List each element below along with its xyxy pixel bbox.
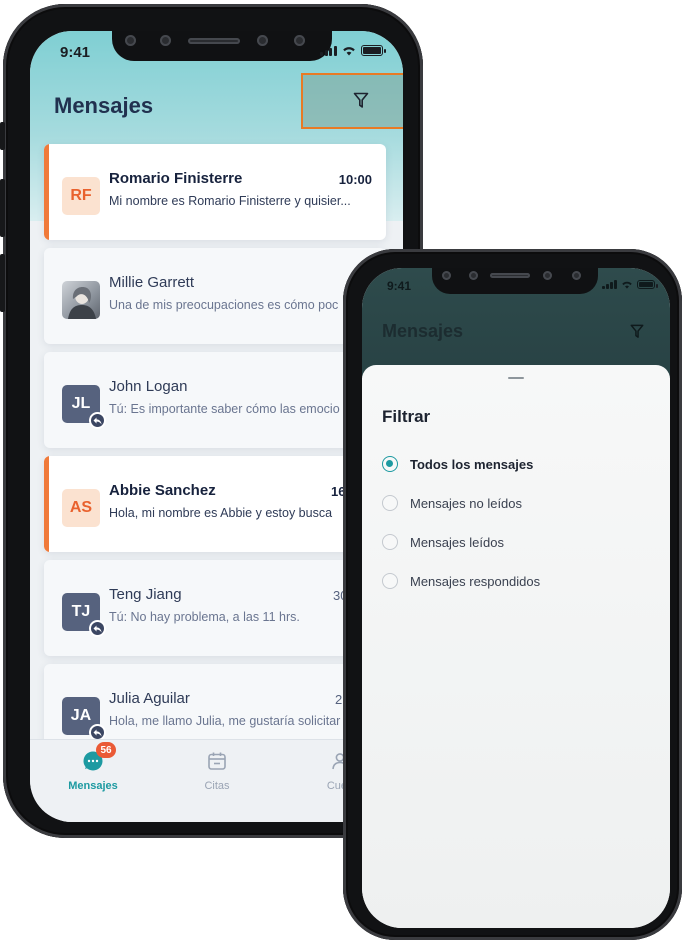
- sensor-dot: [160, 35, 171, 46]
- avatar-initials: TJ: [71, 603, 91, 620]
- sheet-drag-handle[interactable]: [508, 377, 524, 379]
- filter-option-unread[interactable]: Mensajes no leídos: [382, 495, 522, 511]
- sheet-title: Filtrar: [382, 407, 431, 426]
- radio-button[interactable]: [382, 495, 398, 511]
- avatar: TJ: [62, 593, 106, 637]
- sensor-dot: [469, 271, 478, 280]
- message-time: 10:00: [338, 172, 372, 187]
- message-card[interactable]: Millie Garrett 4 a Una de mis preocupaci…: [44, 248, 386, 344]
- avatar-initials: JA: [70, 707, 92, 724]
- option-label: Todos los mensajes: [410, 456, 534, 472]
- status-time: 9:41: [60, 44, 91, 61]
- message-card[interactable]: JL John Logan 10 Tú: Es importante saber…: [44, 352, 386, 448]
- reply-icon: [93, 729, 102, 736]
- message-preview: Hola, me llamo Julia, me gustaría solici…: [109, 714, 341, 728]
- filter-button-highlighted[interactable]: [301, 73, 403, 129]
- reply-icon: [93, 417, 102, 424]
- notch: [112, 31, 332, 61]
- status-icons: [320, 45, 386, 56]
- camera-dot: [125, 35, 136, 46]
- volume-up-button: [0, 179, 5, 237]
- message-preview: Mi nombre es Romario Finisterre y quisie…: [109, 194, 351, 208]
- option-label: Mensajes leídos: [410, 534, 504, 550]
- avatar-photo: [62, 281, 100, 319]
- speaker-grille: [188, 38, 240, 44]
- filter-option-read[interactable]: Mensajes leídos: [382, 534, 504, 550]
- person-photo: [68, 287, 96, 319]
- cellular-signal-icon: [602, 280, 617, 289]
- filter-option-replied[interactable]: Mensajes respondidos: [382, 573, 540, 589]
- notch: [432, 268, 598, 294]
- tab-label: Mensajes: [68, 780, 118, 792]
- sender-name: Abbie Sanchez: [109, 482, 216, 499]
- avatar-initials: JL: [71, 395, 91, 412]
- unread-accent-bar: [44, 456, 49, 552]
- unread-count-badge: 56: [96, 742, 116, 758]
- speaker-grille: [490, 273, 530, 278]
- tab-label: Citas: [204, 780, 230, 792]
- page-title: Mensajes: [54, 93, 154, 118]
- filter-icon: [353, 92, 369, 108]
- filter-phone: 9:41 Mensajes Filtrar Todos los mensajes…: [343, 249, 682, 940]
- battery-icon: [360, 45, 386, 56]
- message-preview: Una de mis preocupaciones es cómo poc: [109, 298, 339, 312]
- cellular-signal-icon: [320, 45, 337, 56]
- message-preview: Tú: Es importante saber cómo las emocio: [109, 402, 340, 416]
- avatar: AS: [62, 489, 100, 527]
- replied-badge: [89, 412, 106, 429]
- radio-button[interactable]: [382, 534, 398, 550]
- camera-dot: [442, 271, 451, 280]
- unread-accent-bar: [44, 144, 49, 240]
- tab-citas[interactable]: Citas: [177, 750, 257, 792]
- volume-down-button: [0, 254, 5, 312]
- battery-icon: [636, 280, 658, 289]
- sensor-dot-2: [543, 271, 552, 280]
- message-card[interactable]: RF Romario Finisterre 10:00 Mi nombre es…: [44, 144, 386, 240]
- option-label: Mensajes respondidos: [410, 573, 541, 589]
- front-camera: [294, 35, 305, 46]
- message-preview: Hola, mi nombre es Abbie y estoy busca: [109, 506, 333, 520]
- page-title: Mensajes: [382, 321, 464, 341]
- chat-icon: 56: [82, 742, 116, 772]
- sensor-dot-2: [257, 35, 268, 46]
- sender-name: Teng Jiang: [109, 586, 182, 603]
- message-preview: Tú: No hay problema, a las 11 hrs.: [109, 610, 300, 624]
- status-icons: [602, 280, 658, 289]
- sender-name: Romario Finisterre: [109, 170, 243, 187]
- status-time: 9:41: [387, 279, 412, 293]
- wifi-icon: [621, 281, 632, 289]
- replied-badge: [89, 620, 106, 637]
- tab-mensajes[interactable]: 56 Mensajes: [53, 742, 133, 792]
- filter-icon[interactable]: [630, 324, 644, 343]
- radio-button[interactable]: [382, 573, 398, 589]
- avatar: JA: [62, 697, 106, 741]
- calendar-icon: [206, 750, 228, 772]
- mute-switch: [0, 122, 5, 150]
- option-label: Mensajes no leídos: [410, 495, 523, 511]
- message-card[interactable]: TJ Teng Jiang 30/03/2 Tú: No hay problem…: [44, 560, 386, 656]
- filter-bottom-sheet: Filtrar Todos los mensajes Mensajes no l…: [362, 365, 670, 928]
- avatar: JL: [62, 385, 106, 429]
- front-camera: [572, 271, 581, 280]
- sender-name: Millie Garrett: [109, 274, 195, 291]
- sender-name: Julia Aguilar: [109, 690, 190, 707]
- message-card[interactable]: AS Abbie Sanchez 16/04/2 Hola, mi nombre…: [44, 456, 386, 552]
- wifi-icon: [342, 47, 355, 56]
- filter-option-all[interactable]: Todos los mensajes: [382, 456, 533, 472]
- filter-screen: 9:41 Mensajes Filtrar Todos los mensajes…: [362, 268, 670, 928]
- sender-name: John Logan: [109, 378, 188, 395]
- avatar: RF: [62, 177, 100, 215]
- reply-icon: [93, 625, 102, 632]
- radio-button[interactable]: [382, 456, 398, 472]
